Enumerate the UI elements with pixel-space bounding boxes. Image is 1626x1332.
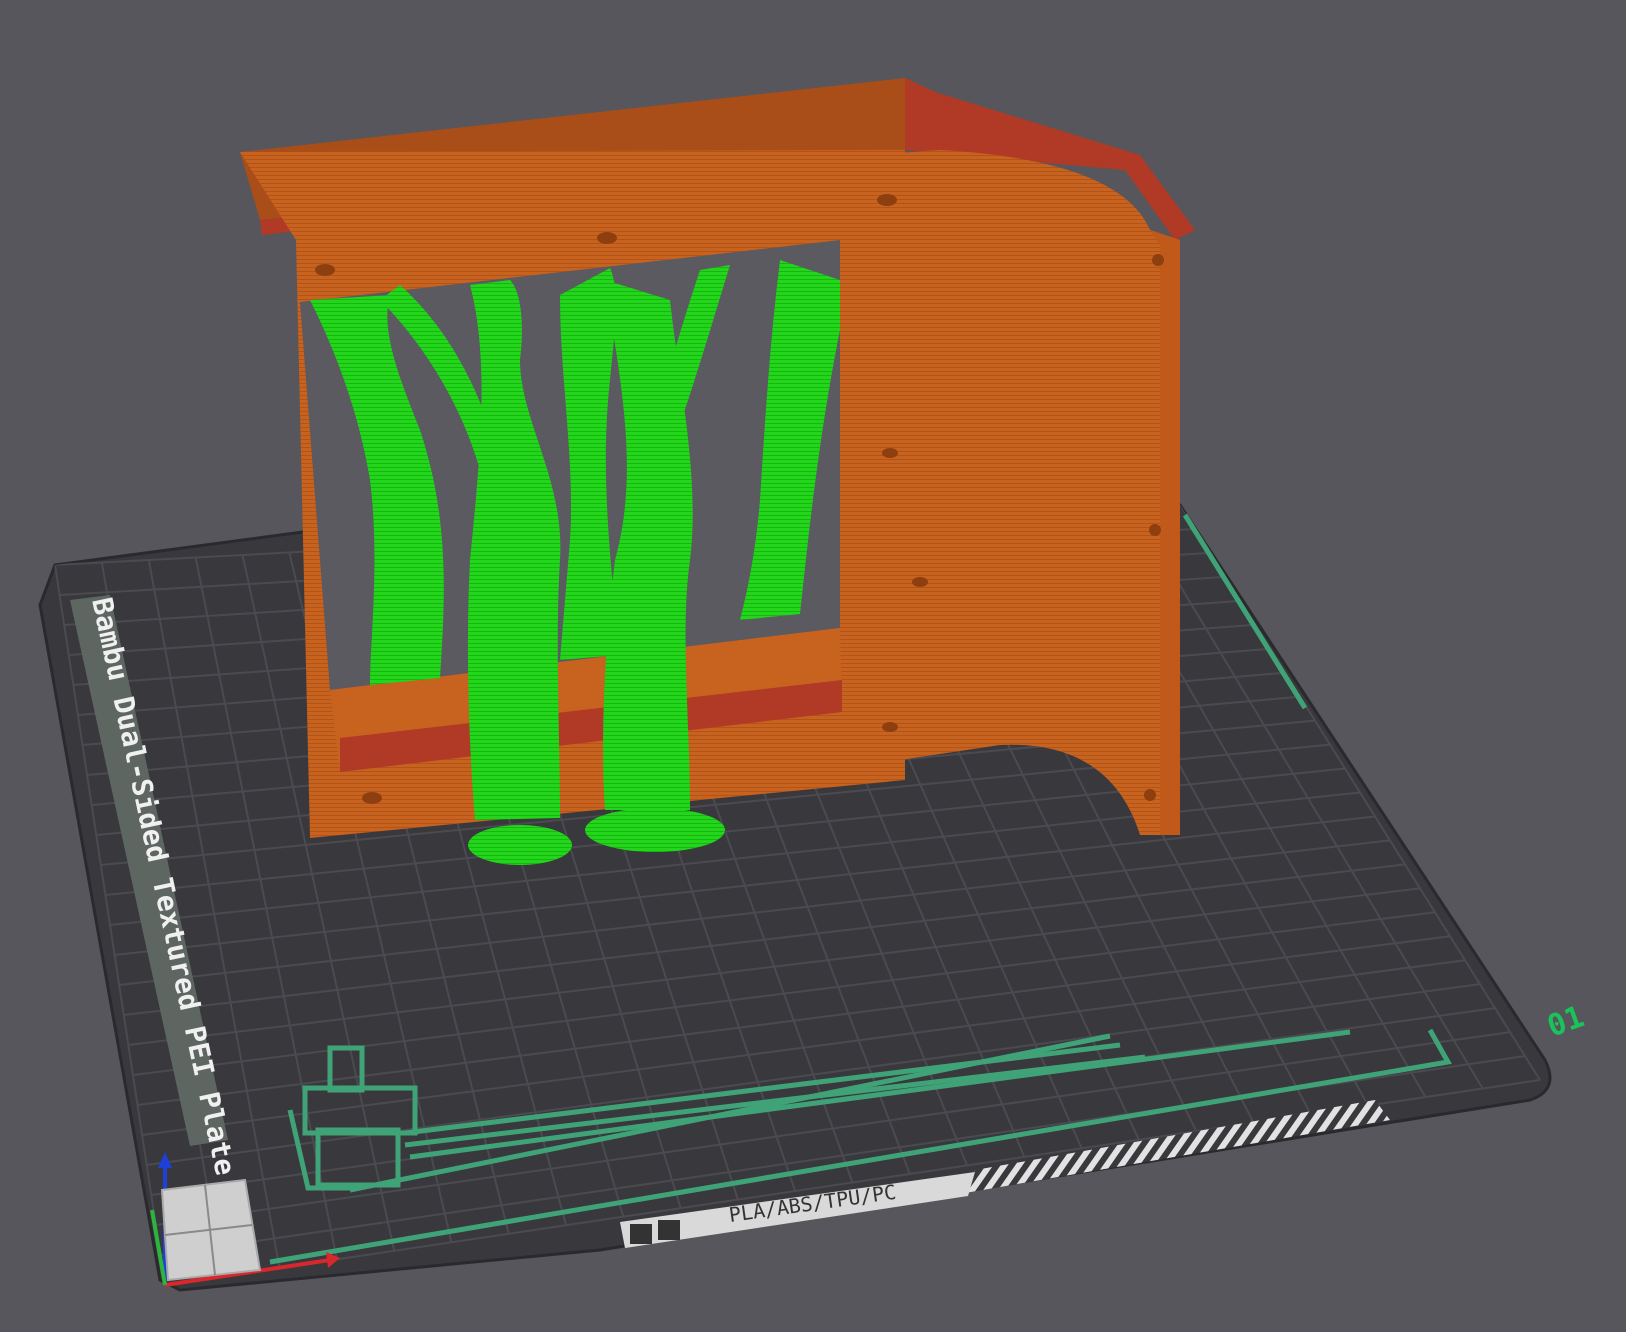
plate-number: 01 — [1543, 999, 1589, 1044]
view-cube-icon[interactable] — [160, 1178, 262, 1282]
3d-viewport[interactable]: Bambu Dual-Sided Textured PEI Plate PLA/… — [0, 0, 1626, 1328]
